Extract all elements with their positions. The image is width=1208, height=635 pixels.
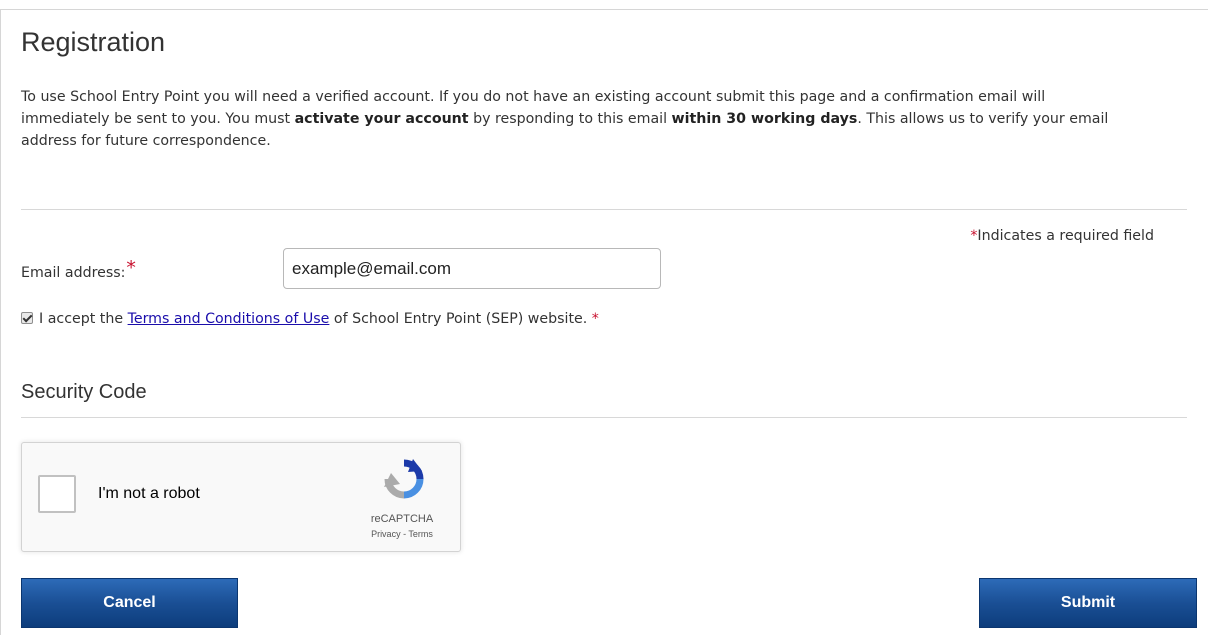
intro-text-part: by responding to this email — [468, 111, 672, 127]
intro-emphasis-deadline: within 30 working days — [671, 111, 858, 127]
section-divider — [21, 417, 1187, 418]
intro-text: To use School Entry Point you will need … — [21, 86, 1111, 152]
recaptcha-brand: reCAPTCHA — [370, 513, 434, 525]
recaptcha-terms-link[interactable]: Terms — [408, 529, 433, 539]
email-input[interactable] — [283, 248, 661, 289]
recaptcha-label: I'm not a robot — [98, 485, 200, 502]
intro-emphasis-activate: activate your account — [294, 111, 469, 127]
required-asterisk: * — [591, 311, 599, 327]
cancel-button[interactable]: Cancel — [21, 578, 238, 628]
email-label-text: Email address: — [21, 265, 126, 281]
recaptcha-privacy-link[interactable]: Privacy — [371, 529, 401, 539]
section-divider — [21, 209, 1187, 210]
security-code-heading: Security Code — [21, 381, 147, 403]
recaptcha-widget: I'm not a robot reCAPTCHA Privacy - Term… — [21, 442, 461, 552]
submit-button[interactable]: Submit — [979, 578, 1197, 628]
page-title: Registration — [21, 27, 166, 57]
recaptcha-links: Privacy - Terms — [352, 529, 452, 539]
panel-top-border — [0, 9, 1208, 10]
required-field-note: *Indicates a required field — [970, 228, 1154, 244]
terms-checkbox[interactable] — [21, 312, 33, 324]
terms-link[interactable]: Terms and Conditions of Use — [128, 311, 330, 327]
email-label: Email address:* — [21, 257, 136, 281]
terms-row: I accept the Terms and Conditions of Use… — [21, 311, 599, 327]
recaptcha-checkbox[interactable] — [38, 475, 76, 513]
required-note-text: Indicates a required field — [977, 228, 1154, 244]
required-asterisk: * — [126, 257, 136, 279]
terms-text: I accept the — [39, 311, 128, 327]
terms-text: of School Entry Point (SEP) website. — [329, 311, 592, 327]
recaptcha-logo-icon — [384, 459, 424, 499]
panel-left-border — [0, 9, 1, 635]
